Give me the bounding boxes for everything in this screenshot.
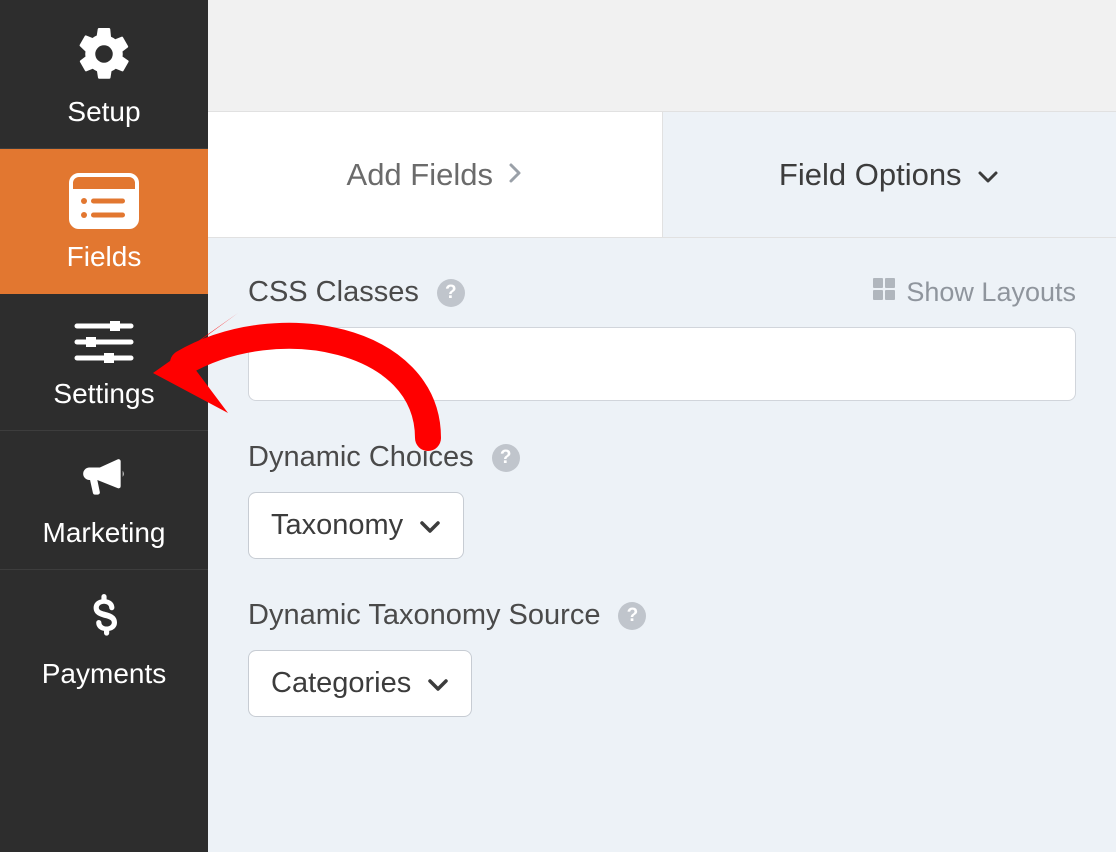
tab-label: Field Options (779, 157, 962, 193)
dynamic-taxonomy-source-label-row: Dynamic Taxonomy Source ? (248, 599, 1076, 632)
bullhorn-icon (76, 455, 132, 505)
tab-label: Add Fields (347, 157, 493, 193)
select-value: Categories (271, 667, 411, 700)
top-bar (208, 0, 1116, 112)
sidebar-item-label: Fields (67, 241, 142, 273)
app-root: Setup Fields Settings (0, 0, 1116, 852)
chevron-down-icon (427, 667, 449, 700)
dynamic-taxonomy-source-select[interactable]: Categories (248, 650, 472, 717)
tab-field-options[interactable]: Field Options (662, 112, 1116, 238)
chevron-down-icon (976, 157, 1000, 193)
dynamic-taxonomy-source-label: Dynamic Taxonomy Source (248, 599, 600, 632)
sidebar-item-payments[interactable]: Payments (0, 570, 208, 710)
dollar-icon (87, 594, 121, 646)
sidebar-item-marketing[interactable]: Marketing (0, 431, 208, 570)
tabs: Add Fields Field Options (208, 112, 1116, 238)
css-classes-row: CSS Classes ? Show Layouts (248, 276, 1076, 401)
css-classes-label: CSS Classes (248, 276, 419, 309)
chevron-right-icon (507, 157, 523, 193)
select-value: Taxonomy (271, 509, 403, 542)
sidebar-item-settings[interactable]: Settings (0, 294, 208, 431)
chevron-down-icon (419, 509, 441, 542)
main-area: Add Fields Field Options CSS (208, 0, 1116, 852)
help-icon[interactable]: ? (492, 444, 520, 472)
help-icon[interactable]: ? (437, 279, 465, 307)
sliders-icon (74, 318, 134, 366)
grid-icon (872, 277, 896, 308)
sidebar-item-fields[interactable]: Fields (0, 149, 208, 294)
sidebar-item-label: Setup (67, 96, 140, 128)
field-options-panel: CSS Classes ? Show Layouts Dynamic Choic… (208, 238, 1116, 852)
show-layouts-button[interactable]: Show Layouts (872, 277, 1076, 308)
sidebar-item-setup[interactable]: Setup (0, 0, 208, 149)
sidebar-item-label: Marketing (43, 517, 166, 549)
sidebar-item-label: Payments (42, 658, 167, 690)
dynamic-taxonomy-source-row: Dynamic Taxonomy Source ? Categories (248, 599, 1076, 717)
help-icon[interactable]: ? (618, 602, 646, 630)
dynamic-choices-label: Dynamic Choices (248, 441, 474, 474)
dynamic-choices-label-row: Dynamic Choices ? (248, 441, 1076, 474)
show-layouts-label: Show Layouts (906, 277, 1076, 308)
list-icon (69, 173, 139, 229)
tab-add-fields[interactable]: Add Fields (208, 112, 662, 238)
dynamic-choices-select[interactable]: Taxonomy (248, 492, 464, 559)
sidebar: Setup Fields Settings (0, 0, 208, 852)
sidebar-item-label: Settings (53, 378, 154, 410)
css-classes-label-row: CSS Classes ? Show Layouts (248, 276, 1076, 309)
dynamic-choices-row: Dynamic Choices ? Taxonomy (248, 441, 1076, 559)
gear-icon (74, 24, 134, 84)
css-classes-input[interactable] (248, 327, 1076, 401)
